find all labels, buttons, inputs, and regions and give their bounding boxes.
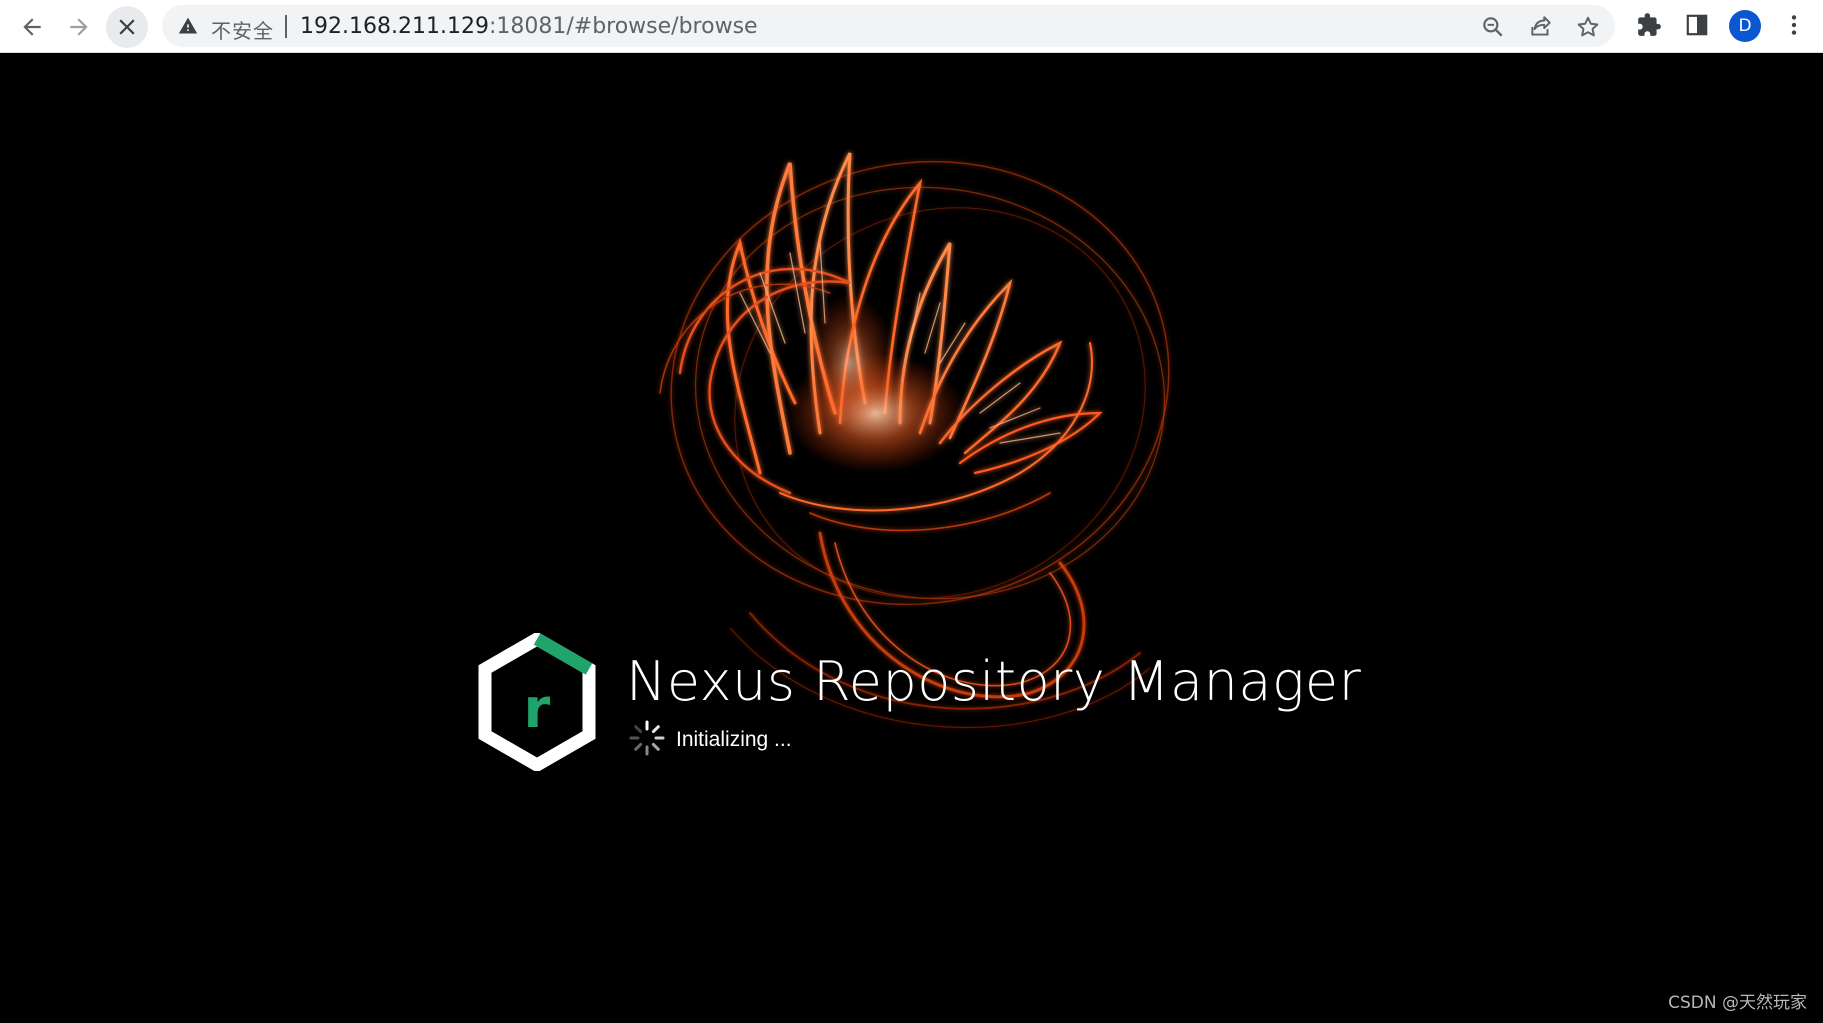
loading-spinner-icon — [629, 720, 665, 756]
share-icon[interactable] — [1528, 14, 1554, 40]
loading-status: Initializing ... — [676, 728, 792, 751]
arrow-left-icon — [23, 18, 41, 36]
side-panel-icon[interactable] — [1684, 12, 1710, 38]
zoom-icon[interactable] — [1480, 14, 1506, 40]
forward-button[interactable] — [58, 6, 100, 48]
stop-loading-button[interactable] — [106, 6, 148, 48]
arrow-right-icon — [70, 18, 88, 36]
back-button[interactable] — [11, 6, 53, 48]
browser-toolbar: 不安全 192.168.211.129:18081/#browse/browse… — [0, 0, 1823, 53]
address-bar[interactable]: 不安全 192.168.211.129:18081/#browse/browse — [162, 5, 1615, 47]
warning-icon[interactable] — [178, 16, 198, 36]
security-label[interactable]: 不安全 — [211, 15, 274, 44]
profile-avatar[interactable]: D — [1729, 10, 1761, 42]
loading-page: r Nexus Repository Manager Initializing … — [0, 53, 1823, 1023]
address-separator — [285, 15, 287, 38]
url-text[interactable]: 192.168.211.129:18081/#browse/browse — [300, 14, 758, 39]
logo-letter: r — [524, 677, 551, 740]
puzzle-icon[interactable] — [1636, 12, 1662, 38]
more-vertical-icon[interactable] — [1781, 12, 1807, 38]
url-path: :18081/#browse/browse — [488, 14, 758, 39]
watermark: CSDN @天然玩家 — [1668, 993, 1807, 1013]
star-icon[interactable] — [1575, 14, 1601, 40]
product-name: Nexus Repository Manager — [626, 650, 1362, 713]
url-host: 192.168.211.129 — [300, 14, 489, 39]
close-icon — [119, 19, 135, 35]
nexus-logo: r — [478, 633, 596, 771]
